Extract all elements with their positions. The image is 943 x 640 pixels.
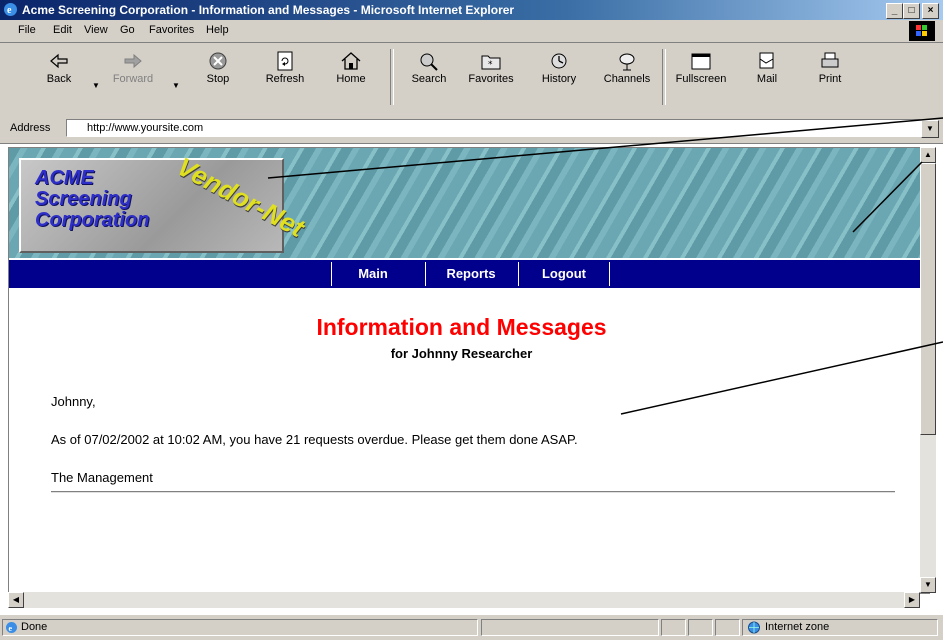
history-button[interactable]: History (530, 49, 588, 107)
history-label: History (541, 73, 577, 85)
channels-label: Channels (603, 73, 651, 85)
logo-badge: Vendor-Net (172, 151, 310, 243)
back-label: Back (46, 73, 72, 85)
site-logo[interactable]: ACME Screening Corporation Vendor-Net (19, 151, 309, 253)
home-label: Home (336, 73, 366, 85)
history-icon (551, 53, 567, 69)
scroll-left-icon[interactable]: ◀ (8, 592, 24, 608)
status-zone-panel: Internet zone (742, 619, 938, 636)
page-icon: e (6, 622, 17, 633)
vertical-scrollbar[interactable]: ▲ ▼ (920, 147, 936, 593)
main-content: Information and Messages for Johnny Rese… (9, 288, 914, 593)
toolbar: Back ▼ Forward ▼ Stop Refresh Home Searc… (0, 43, 943, 116)
status-text: Done (21, 621, 48, 633)
stop-icon (209, 52, 227, 70)
menu-favorites[interactable]: Favorites (149, 24, 194, 36)
menu-bar: File Edit View Go Favorites Help (0, 20, 943, 43)
forward-arrow-icon (124, 53, 142, 69)
mail-label: Mail (756, 73, 778, 85)
channels-button[interactable]: Channels (598, 49, 656, 107)
logo-line: Corporation (35, 209, 150, 231)
channels-satellite-icon (619, 53, 635, 71)
message-body: As of 07/02/2002 at 10:02 AM, you have 2… (51, 432, 578, 447)
page-subtitle: for Johnny Researcher (390, 346, 533, 361)
print-button[interactable]: Print (801, 49, 859, 107)
status-progress-panel (481, 619, 659, 636)
fullscreen-button[interactable]: Fullscreen (672, 49, 730, 107)
favorites-folder-icon: * (481, 55, 501, 70)
windows-logo-icon (909, 21, 935, 41)
globe-icon (748, 621, 760, 634)
search-icon (420, 53, 438, 71)
address-dropdown-icon[interactable]: ▼ (921, 120, 939, 138)
forward-dropdown-icon[interactable]: ▼ (172, 81, 180, 90)
nav-reports[interactable]: Reports (425, 262, 516, 286)
home-button[interactable]: Home (322, 49, 380, 107)
favorites-button[interactable]: * Favorites (462, 49, 520, 107)
message-signature: The Management (51, 470, 153, 485)
printer-icon (821, 52, 839, 68)
toolbar-separator (390, 49, 394, 105)
logo-text: ACME Screening Corporation (35, 168, 149, 231)
page-viewport: ACME Screening Corporation Vendor-Net Ma… (8, 147, 930, 594)
stop-button[interactable]: Stop (189, 49, 247, 107)
search-button[interactable]: Search (400, 49, 458, 107)
status-text-panel: e Done (2, 619, 478, 636)
stop-label: Stop (206, 73, 230, 85)
menu-help[interactable]: Help (206, 24, 229, 36)
address-input[interactable] (66, 119, 921, 137)
menu-edit[interactable]: Edit (53, 24, 72, 36)
toolbar-separator (662, 49, 666, 105)
mail-button[interactable]: Mail (738, 49, 796, 107)
forward-label: Forward (112, 73, 154, 85)
content-divider (51, 491, 895, 493)
menu-file[interactable]: File (18, 24, 36, 36)
refresh-icon (277, 51, 293, 71)
svg-text:*: * (488, 60, 493, 70)
window-title: Acme Screening Corporation - Information… (22, 3, 515, 17)
scroll-up-icon[interactable]: ▲ (920, 147, 936, 163)
minimize-button[interactable]: _ (886, 3, 903, 19)
nav-logout[interactable]: Logout (518, 262, 610, 286)
nav-main[interactable]: Main (331, 262, 414, 286)
vertical-scroll-thumb[interactable] (920, 163, 936, 435)
maximize-button[interactable]: □ (903, 3, 920, 19)
home-icon (341, 52, 361, 70)
status-bar: e Done Internet zone (0, 614, 943, 640)
mail-icon (759, 52, 774, 69)
fullscreen-label: Fullscreen (675, 73, 727, 85)
close-button[interactable]: × (922, 3, 939, 19)
svg-text:e: e (9, 624, 13, 633)
menu-view[interactable]: View (84, 24, 108, 36)
window-titlebar[interactable]: e Acme Screening Corporation - Informati… (0, 0, 943, 20)
svg-text:e: e (7, 5, 12, 16)
site-banner: ACME Screening Corporation Vendor-Net (9, 148, 929, 258)
refresh-label: Refresh (265, 73, 305, 85)
address-bar: Address ▼ (0, 115, 943, 144)
menu-go[interactable]: Go (120, 24, 135, 36)
print-label: Print (818, 73, 842, 85)
search-label: Search (411, 73, 447, 85)
scroll-down-icon[interactable]: ▼ (920, 577, 936, 593)
back-dropdown-icon[interactable]: ▼ (92, 81, 100, 90)
favorites-label: Favorites (468, 73, 514, 85)
scroll-right-icon[interactable]: ▶ (904, 592, 920, 608)
forward-button[interactable]: Forward (104, 49, 162, 107)
status-panel (661, 619, 686, 636)
refresh-button[interactable]: Refresh (256, 49, 314, 107)
status-panel (715, 619, 740, 636)
site-nav: Main Reports Logout (9, 260, 929, 288)
horizontal-scrollbar[interactable]: ◀ ▶ (8, 592, 920, 608)
status-panel (688, 619, 713, 636)
status-zone: Internet zone (765, 621, 830, 633)
back-arrow-icon (50, 53, 68, 69)
address-label: Address (10, 122, 51, 134)
message-greeting: Johnny, (51, 394, 96, 409)
back-button[interactable]: Back (30, 49, 88, 107)
fullscreen-icon (691, 53, 711, 70)
logo-line: ACME (35, 167, 94, 189)
logo-line: Screening (35, 188, 132, 210)
page-title: Information and Messages (316, 314, 607, 340)
ie-icon: e (4, 3, 17, 16)
